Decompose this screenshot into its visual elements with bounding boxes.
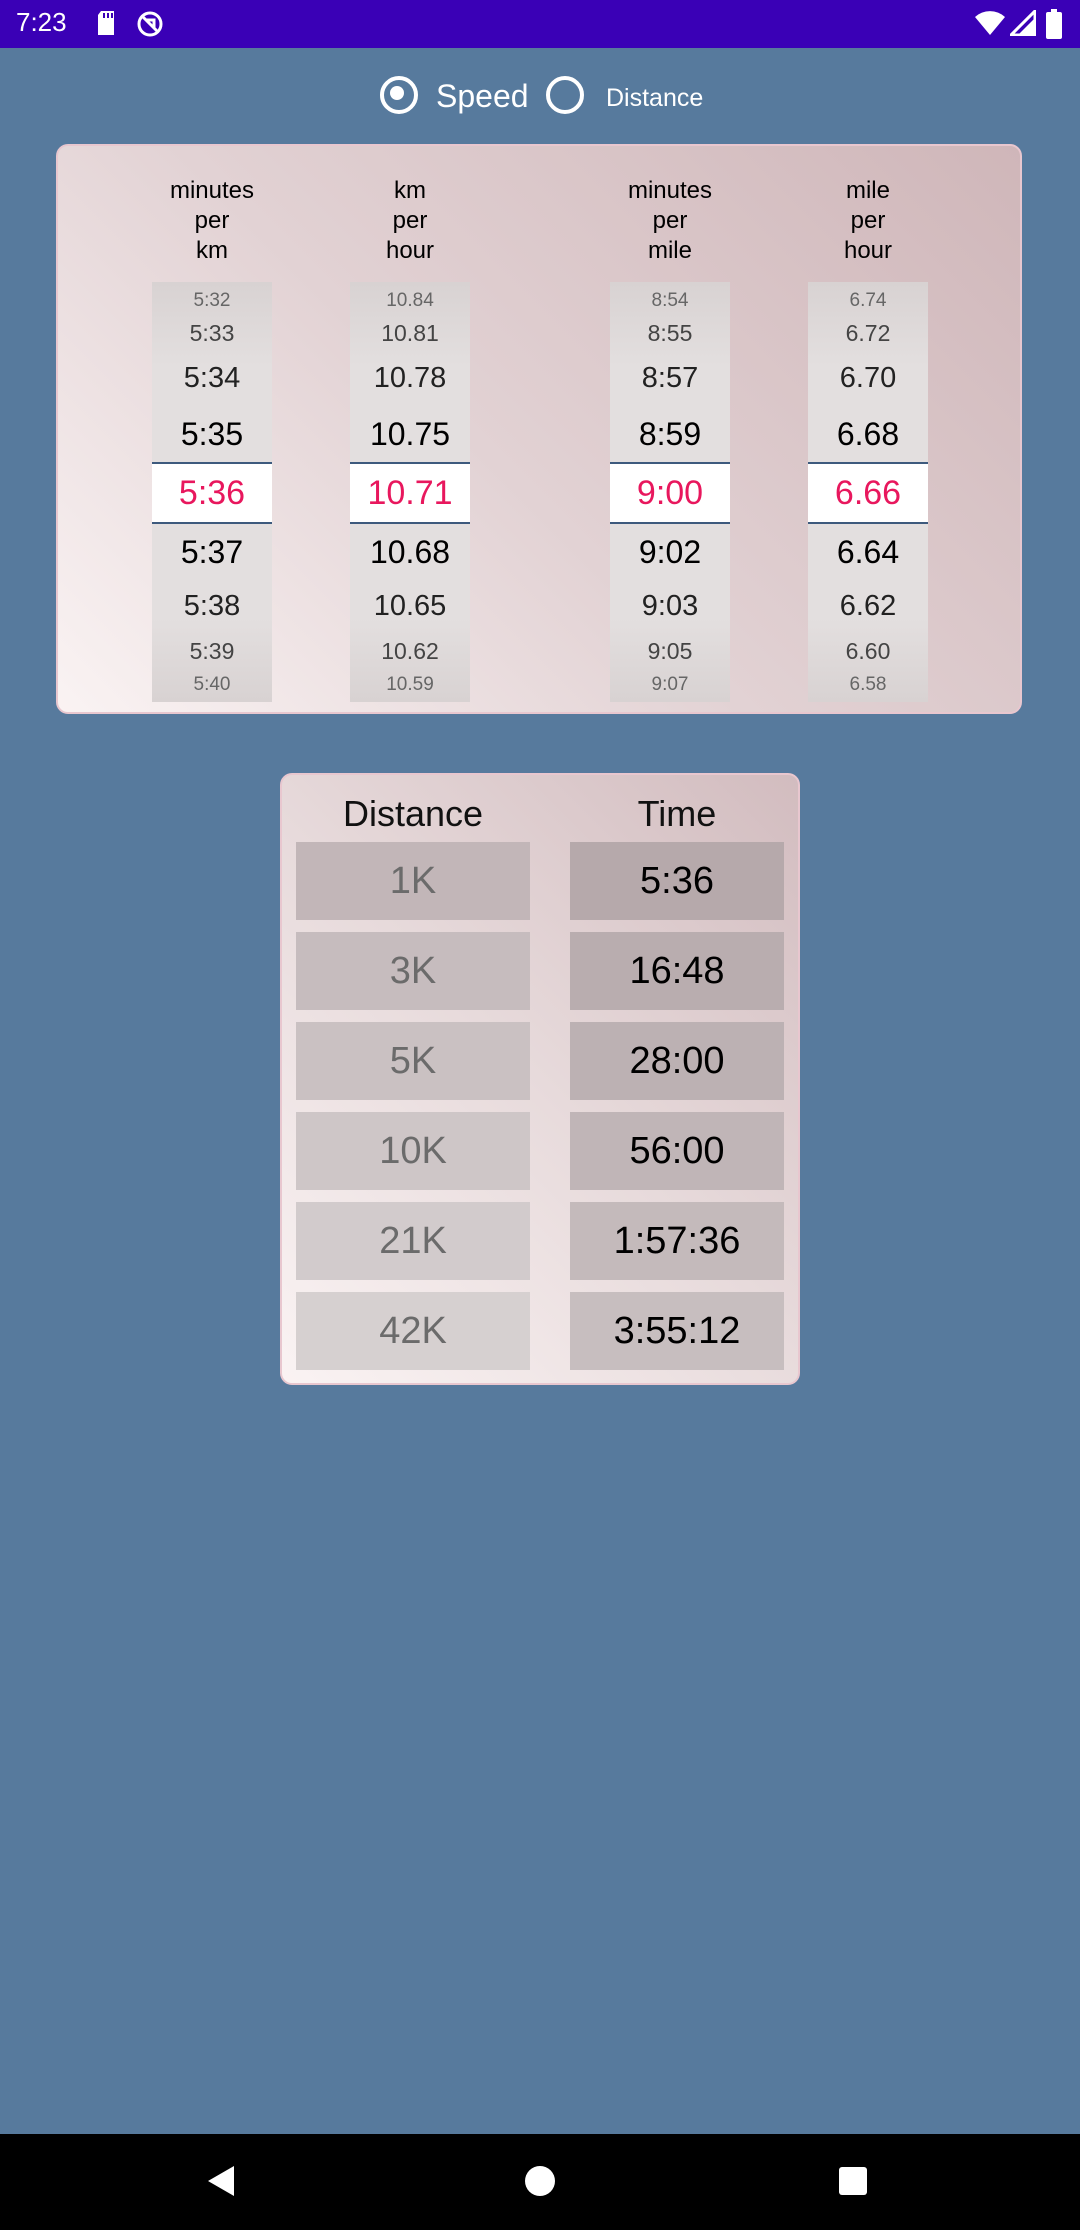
picker-value[interactable]: 10.68 [350, 534, 470, 571]
pace-converter-card: minutes per km 5:32 5:33 5:34 5:35 5:36 … [56, 144, 1022, 714]
picker-value[interactable]: 6.72 [808, 320, 928, 347]
km-per-hour-selected[interactable]: 10.71 [350, 462, 470, 524]
picker-value[interactable]: 5:34 [152, 362, 272, 395]
picker-value[interactable]: 10.62 [350, 638, 470, 665]
picker-value[interactable]: 6.70 [808, 362, 928, 395]
picker-value[interactable]: 5:39 [152, 638, 272, 665]
picker-value[interactable]: 6.60 [808, 638, 928, 665]
header-line: minutes [627, 177, 713, 204]
sd-card-icon [98, 11, 114, 35]
picker-value[interactable]: 5:40 [152, 674, 272, 696]
header-line: minutes [169, 177, 255, 204]
speed-radio-label[interactable]: Speed [436, 78, 529, 115]
distance-cell[interactable]: 42K [296, 1292, 530, 1370]
distance-cell[interactable]: 10K [296, 1112, 530, 1190]
picker-value[interactable]: 9:05 [610, 638, 730, 665]
battery-icon [1046, 9, 1062, 39]
picker-value[interactable]: 10.84 [350, 290, 470, 312]
picker-value[interactable]: 6.62 [808, 590, 928, 623]
time-column-header: Time [637, 793, 717, 834]
time-cell: 56:00 [570, 1112, 784, 1190]
header-line: mile [845, 177, 890, 204]
back-icon[interactable] [206, 2164, 236, 2198]
mile-per-hour-selected[interactable]: 6.66 [808, 462, 928, 524]
picker-value[interactable]: 6.68 [808, 416, 928, 453]
km-per-hour-picker[interactable]: 10.84 10.81 10.78 10.75 10.71 10.68 10.6… [350, 282, 470, 702]
picker-value[interactable]: 10.75 [350, 416, 470, 453]
distance-radio[interactable] [546, 76, 584, 114]
mile-per-hour-header: mile per hour [808, 176, 928, 266]
min-per-km-header: minutes per km [152, 176, 272, 266]
picker-value[interactable]: 5:37 [152, 534, 272, 571]
min-per-mile-selected[interactable]: 9:00 [610, 462, 730, 524]
min-per-mile-picker[interactable]: 8:54 8:55 8:57 8:59 9:00 9:02 9:03 9:05 … [610, 282, 730, 702]
km-per-hour-header: km per hour [350, 176, 470, 266]
distance-column-header: Distance [342, 793, 484, 834]
picker-value[interactable]: 8:54 [610, 290, 730, 312]
header-line: km [196, 237, 228, 264]
header-line: per [392, 207, 428, 234]
time-cell: 1:57:36 [570, 1202, 784, 1280]
wifi-icon [975, 11, 1005, 35]
navigation-bar [0, 2134, 1080, 2230]
speed-radio[interactable] [380, 76, 418, 114]
header-line: hour [843, 237, 893, 264]
header-line: km [394, 177, 426, 204]
status-bar: 7:23 [0, 0, 1080, 48]
mile-per-hour-picker[interactable]: 6.74 6.72 6.70 6.68 6.66 6.64 6.62 6.60 … [808, 282, 928, 702]
picker-value[interactable]: 8:55 [610, 320, 730, 347]
race-times-card: Distance Time 1K 5:36 3K 16:48 5K 28:00 … [280, 773, 800, 1385]
header-line: per [850, 207, 886, 234]
status-time: 7:23 [16, 7, 67, 37]
time-cell: 3:55:12 [570, 1292, 784, 1370]
picker-value[interactable]: 9:07 [610, 674, 730, 696]
picker-value[interactable]: 10.81 [350, 320, 470, 347]
picker-value[interactable]: 5:32 [152, 290, 272, 312]
header-line: mile [647, 237, 692, 264]
picker-value[interactable]: 5:38 [152, 590, 272, 623]
picker-value[interactable]: 5:33 [152, 320, 272, 347]
picker-value[interactable]: 6.74 [808, 290, 928, 312]
mode-selector: Speed Distance [0, 74, 1080, 120]
header-line: per [194, 207, 230, 234]
distance-cell[interactable]: 1K [296, 842, 530, 920]
distance-cell[interactable]: 5K [296, 1022, 530, 1100]
time-cell: 5:36 [570, 842, 784, 920]
recents-icon[interactable] [838, 2166, 868, 2196]
sync-off-icon [137, 11, 163, 37]
home-icon[interactable] [524, 2165, 556, 2197]
picker-value[interactable]: 10.78 [350, 362, 470, 395]
distance-cell[interactable]: 21K [296, 1202, 530, 1280]
picker-value[interactable]: 8:57 [610, 362, 730, 395]
picker-value[interactable]: 9:03 [610, 590, 730, 623]
picker-value[interactable]: 10.59 [350, 674, 470, 696]
picker-value[interactable]: 5:35 [152, 416, 272, 453]
min-per-km-selected[interactable]: 5:36 [152, 462, 272, 524]
min-per-mile-header: minutes per mile [610, 176, 730, 266]
time-cell: 28:00 [570, 1022, 784, 1100]
picker-value[interactable]: 6.64 [808, 534, 928, 571]
time-cell: 16:48 [570, 932, 784, 1010]
picker-value[interactable]: 6.58 [808, 674, 928, 696]
distance-radio-label[interactable]: Distance [606, 84, 703, 113]
distance-cell[interactable]: 3K [296, 932, 530, 1010]
cell-signal-icon [1010, 10, 1036, 36]
header-line: per [652, 207, 688, 234]
picker-value[interactable]: 8:59 [610, 416, 730, 453]
min-per-km-picker[interactable]: 5:32 5:33 5:34 5:35 5:36 5:37 5:38 5:39 … [152, 282, 272, 702]
picker-value[interactable]: 9:02 [610, 534, 730, 571]
picker-value[interactable]: 10.65 [350, 590, 470, 623]
header-line: hour [385, 237, 435, 264]
